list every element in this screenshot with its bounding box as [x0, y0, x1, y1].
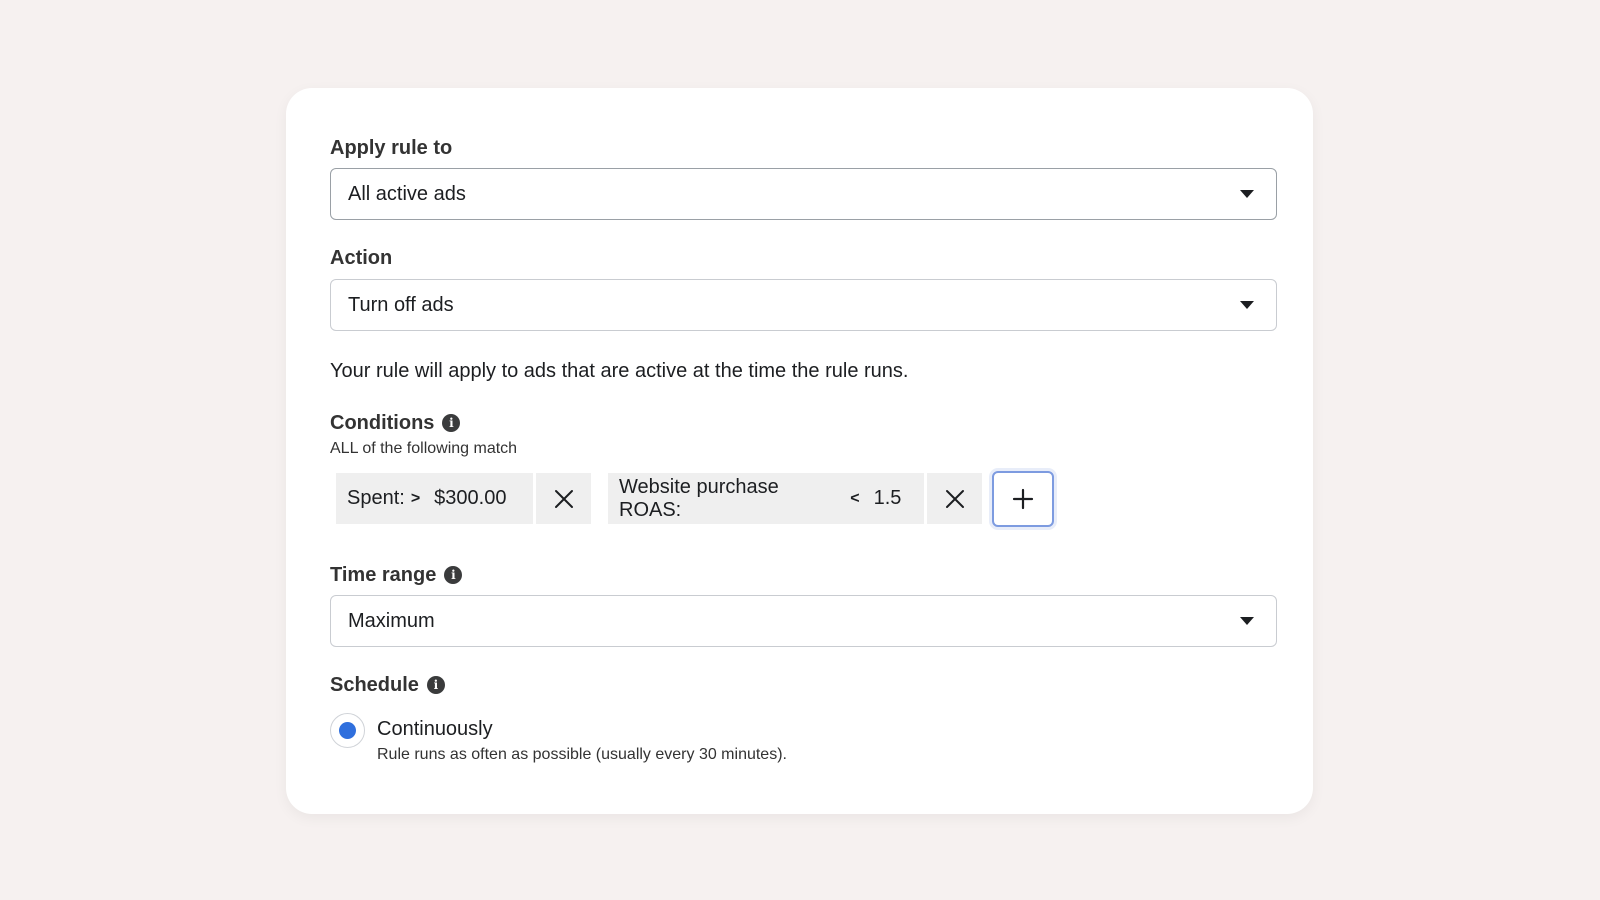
info-icon[interactable]: i — [444, 566, 463, 584]
caret-down-icon — [1240, 617, 1254, 625]
add-condition-button[interactable] — [992, 471, 1054, 527]
remove-condition-button[interactable] — [533, 473, 591, 524]
apply-rule-select[interactable]: All active ads — [330, 168, 1277, 220]
action-label-text: Action — [330, 246, 393, 269]
time-range-label: Time range i — [330, 563, 463, 587]
action-value: Turn off ads — [348, 293, 454, 316]
apply-rule-label: Apply rule to — [330, 136, 452, 160]
close-icon — [554, 489, 573, 508]
condition-value: $300.00 — [434, 487, 507, 509]
caret-down-icon — [1240, 190, 1254, 198]
condition-chip-spent[interactable]: Spent: > $300.00 — [336, 473, 591, 524]
action-label: Action — [330, 246, 392, 270]
time-range-select[interactable]: Maximum — [330, 595, 1277, 647]
schedule-option-label[interactable]: Continuously — [377, 718, 493, 741]
condition-operator: < — [850, 489, 860, 507]
condition-operator: > — [410, 489, 421, 507]
condition-body[interactable]: Website purchase ROAS: < 1.5 — [608, 473, 924, 524]
radio-selected-dot — [339, 722, 356, 739]
condition-value: 1.5 — [873, 487, 902, 509]
time-range-value: Maximum — [348, 609, 435, 632]
time-range-label-text: Time range — [330, 563, 437, 586]
action-note: Your rule will apply to ads that are act… — [330, 360, 909, 382]
condition-metric: Spent: — [347, 487, 405, 509]
close-icon — [945, 489, 964, 508]
caret-down-icon — [1240, 301, 1254, 309]
info-icon[interactable]: i — [426, 676, 445, 694]
condition-chip-roas[interactable]: Website purchase ROAS: < 1.5 — [608, 473, 982, 524]
plus-icon — [1012, 488, 1034, 510]
conditions-label-text: Conditions — [330, 411, 435, 434]
info-icon[interactable]: i — [442, 414, 461, 432]
apply-rule-value: All active ads — [348, 182, 466, 205]
rule-settings-card: Apply rule to All active ads Action Turn… — [286, 88, 1313, 814]
conditions-label: Conditions i — [330, 411, 461, 435]
schedule-label-text: Schedule — [330, 673, 419, 696]
conditions-match-text: ALL of the following match — [330, 440, 518, 457]
schedule-option-description: Rule runs as often as possible (usually … — [377, 746, 787, 763]
action-select[interactable]: Turn off ads — [330, 279, 1277, 331]
condition-body[interactable]: Spent: > $300.00 — [336, 473, 529, 524]
remove-condition-button[interactable] — [924, 473, 982, 524]
condition-metric: Website purchase ROAS: — [619, 475, 779, 521]
apply-rule-label-text: Apply rule to — [330, 136, 453, 159]
schedule-label: Schedule i — [330, 673, 445, 697]
schedule-continuously-radio[interactable] — [330, 713, 365, 748]
